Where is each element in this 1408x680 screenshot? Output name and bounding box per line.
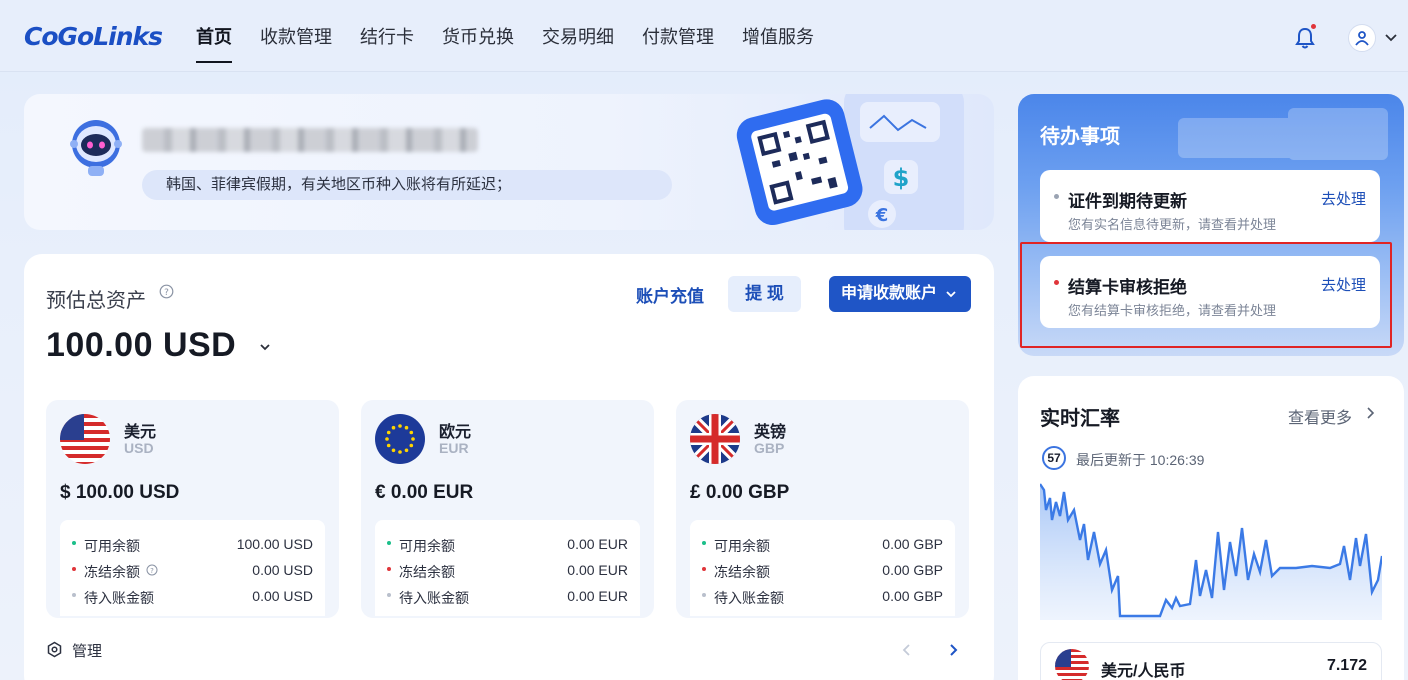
chevron-right-icon[interactable]	[1364, 407, 1376, 419]
frozen-balance-row: 冻结余额 0.00 EUR	[387, 560, 628, 580]
nav-transaction-details[interactable]: 交易明细	[542, 0, 614, 72]
todo-item-title: 结算卡审核拒绝	[1068, 278, 1187, 297]
nav-payment-management[interactable]: 付款管理	[642, 0, 714, 72]
nav-home[interactable]: 首页	[196, 0, 232, 72]
chevron-right-icon[interactable]	[946, 643, 960, 657]
user-icon	[1355, 31, 1369, 46]
total-assets-value: 100.00 USD	[46, 326, 237, 364]
process-link[interactable]: 去处理	[1321, 188, 1366, 209]
user-avatar-button[interactable]	[1348, 24, 1376, 52]
view-more-link[interactable]: 查看更多	[1288, 404, 1352, 428]
todo-item-desc: 您有结算卡审核拒绝，请查看并处理	[1068, 303, 1277, 318]
pending-balance-row: 待入账金额 0.00 USD	[72, 586, 313, 606]
available-balance-row: 可用余额 0.00 GBP	[702, 534, 943, 554]
svg-text:?: ?	[150, 567, 154, 575]
currency-amount: £ 0.00 GBP	[690, 482, 790, 503]
todo-item-desc: 您有实名信息待更新，请查看并处理	[1068, 217, 1277, 232]
chevron-down-icon[interactable]	[1384, 30, 1398, 44]
qr-phone-illustration: $ €	[736, 94, 964, 230]
frozen-balance-row: 冻结余额 ? 0.00 USD	[72, 560, 313, 580]
apply-collection-account-label: 申请收款账户	[841, 285, 938, 302]
us-flag-icon	[1055, 649, 1089, 680]
currency-amount: € 0.00 EUR	[375, 482, 474, 503]
nav-currency-exchange[interactable]: 货币兑换	[442, 0, 514, 72]
process-link[interactable]: 去处理	[1321, 274, 1366, 295]
pending-balance-row: 待入账金额 0.00 EUR	[387, 586, 628, 606]
available-balance-row: 可用余额 0.00 EUR	[387, 534, 628, 554]
bell-icon[interactable]	[1294, 26, 1316, 50]
help-icon[interactable]: ?	[146, 564, 158, 576]
balance-breakdown: 可用余额 0.00 EUR 冻结余额 0.00 EUR 待入账金额 0.00 E…	[375, 520, 640, 616]
withdraw-button[interactable]: 提 现	[728, 276, 801, 312]
currency-card-usd[interactable]: 美元 USD $ 100.00 USD 可用余额 100.00 USD 冻结余额…	[46, 400, 339, 618]
manage-label: 管理	[72, 643, 103, 660]
frozen-balance-row: 冻结余额 0.00 GBP	[702, 560, 943, 580]
currency-card-gbp[interactable]: 英镑 GBP £ 0.00 GBP 可用余额 0.00 GBP 冻结余额 0.0…	[676, 400, 969, 618]
chevron-down-icon	[946, 291, 956, 298]
currency-name: 欧元	[439, 424, 472, 441]
us-flag-icon	[60, 414, 110, 464]
todo-panel: 待办事项 证件到期待更新 您有实名信息待更新，请查看并处理 去处理 结算卡审核拒…	[1018, 94, 1404, 356]
currency-dropdown-chevron-icon[interactable]	[258, 340, 272, 354]
available-balance-row: 可用余额 100.00 USD	[72, 534, 313, 554]
rate-trend-chart	[1040, 483, 1382, 620]
currency-amount: $ 100.00 USD	[60, 482, 180, 503]
robot-mascot-icon	[70, 120, 122, 176]
assets-card: 预估总资产 ? 100.00 USD 账户充值 提 现 申请收款账户 美元 US…	[24, 254, 994, 680]
todo-item-settlement-card-rejected: 结算卡审核拒绝 您有结算卡审核拒绝，请查看并处理 去处理	[1040, 256, 1380, 328]
main-nav: 首页 收款管理 结行卡 货币兑换 交易明细 付款管理 增值服务	[196, 0, 842, 72]
todo-item-title: 证件到期待更新	[1068, 192, 1187, 211]
nav-settlement-card[interactable]: 结行卡	[360, 0, 414, 72]
currency-code: GBP	[754, 440, 785, 456]
currency-name: 美元	[124, 424, 157, 441]
currency-pair-rate: 7.172	[1326, 657, 1367, 674]
top-navigation-bar: CoGoLinks 首页 收款管理 结行卡 货币兑换 交易明细 付款管理 增值服…	[0, 0, 1408, 72]
settings-hexagon-icon	[47, 641, 62, 658]
refresh-countdown: 57	[1042, 446, 1066, 470]
currency-card-eur[interactable]: 欧元 EUR € 0.00 EUR 可用余额 0.00 EUR 冻结余额 0.0…	[361, 400, 654, 618]
assets-title: 预估总资产	[46, 290, 146, 312]
exchange-rates-panel: 实时汇率 查看更多 57 最后更新于 10:26:39 美元/人民币 7.172	[1018, 376, 1404, 680]
help-icon[interactable]: ?	[159, 284, 174, 299]
holiday-notice: 韩国、菲律宾假期，有关地区币种入账将有所延迟；	[142, 170, 672, 200]
nav-value-added-services[interactable]: 增值服务	[742, 0, 814, 72]
status-dot	[1054, 280, 1059, 285]
currency-code: USD	[124, 440, 154, 456]
svg-text:€: €	[875, 205, 889, 226]
uk-flag-icon	[690, 414, 740, 464]
welcome-banner: 韩国、菲律宾假期，有关地区币种入账将有所延迟； $ €	[24, 94, 994, 230]
todo-title: 待办事项	[1040, 126, 1120, 148]
rates-title: 实时汇率	[1040, 408, 1120, 430]
status-dot	[1054, 194, 1059, 199]
todo-item-certificate-update: 证件到期待更新 您有实名信息待更新，请查看并处理 去处理	[1040, 170, 1380, 242]
last-updated-text: 最后更新于 10:26:39	[1076, 452, 1205, 468]
decorative-documents	[1178, 108, 1388, 160]
rate-pair-row[interactable]: 美元/人民币 7.172	[1040, 642, 1382, 680]
nav-collection-management[interactable]: 收款管理	[260, 0, 332, 72]
chevron-left-icon[interactable]	[900, 643, 914, 657]
balance-breakdown: 可用余额 0.00 GBP 冻结余额 0.00 GBP 待入账金额 0.00 G…	[690, 520, 955, 616]
brand-logo[interactable]: CoGoLinks	[24, 22, 163, 51]
notification-badge	[1311, 24, 1316, 29]
balance-breakdown: 可用余额 100.00 USD 冻结余额 ? 0.00 USD 待入账金额 0.…	[60, 520, 325, 616]
pending-balance-row: 待入账金额 0.00 GBP	[702, 586, 943, 606]
currency-code: EUR	[439, 440, 469, 456]
recharge-button[interactable]: 账户充值	[636, 282, 704, 307]
svg-text:$: $	[893, 164, 910, 192]
currency-pair-name: 美元/人民币	[1101, 663, 1186, 680]
blurred-account-name	[142, 128, 478, 152]
svg-text:?: ?	[164, 288, 169, 298]
apply-collection-account-button[interactable]: 申请收款账户	[829, 276, 971, 312]
currency-name: 英镑	[754, 424, 787, 441]
eu-flag-icon	[375, 414, 425, 464]
